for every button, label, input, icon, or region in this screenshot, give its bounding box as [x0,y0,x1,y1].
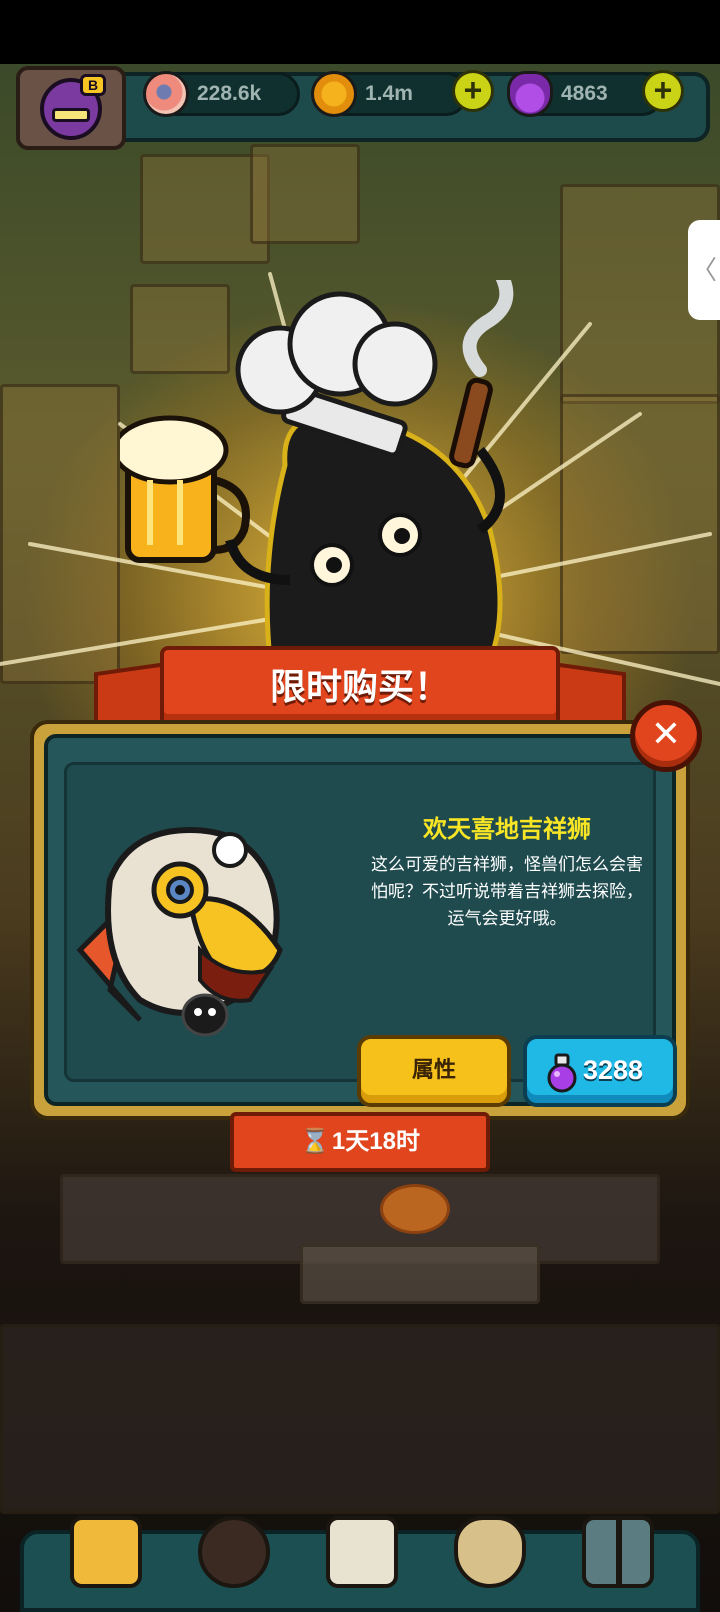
nav-monsters[interactable] [192,1508,276,1612]
add-potion-button[interactable]: + [642,70,684,112]
chef-monster-character [120,280,514,660]
cigar-icon [449,280,514,469]
fire-icon [380,1184,450,1234]
lucky-lion-item-icon [76,826,283,1037]
description-line: 怕呢？不过听说带着吉祥狮去探险， [371,882,643,901]
beer-mug-icon [120,415,250,563]
nav-money[interactable] [448,1508,532,1612]
banner-ribbon: 限时购买！ [160,646,560,728]
add-gold-button[interactable]: + [452,70,494,112]
shop-building-icon [70,1516,142,1588]
gold-coin-icon [311,71,357,117]
gold-count: 1.4m [365,82,413,105]
offer-timer: ⌛1天18时 [230,1112,490,1172]
purple-potion-icon [547,1053,577,1093]
stove [300,1244,540,1304]
potion-count: 4863 [561,82,608,105]
avatar-teeth [52,108,90,122]
nav-shop[interactable] [64,1508,148,1612]
close-button[interactable]: ✕ [630,700,702,772]
buy-button[interactable]: 3288 [523,1035,677,1107]
description-line: 这么可爱的吉祥狮，怪兽们怎么会害 [371,855,643,874]
item-description: 这么可爱的吉祥狮，怪兽们怎么会害 怕呢？不过听说带着吉祥狮去探险， 运气会更好哦… [357,851,657,932]
money-bag-icon [454,1516,526,1588]
price-label: 3288 [583,1055,644,1085]
timer-text: 1天18时 [331,1128,420,1155]
brick-wall [0,1324,720,1514]
status-bar [0,0,720,64]
nav-menu[interactable] [576,1508,660,1612]
chef-hat-icon [235,291,438,458]
description-line: 运气会更好哦。 [447,909,567,928]
player-avatar[interactable]: B [16,66,126,150]
attributes-button[interactable]: 属性 [357,1035,511,1107]
nav-book[interactable] [320,1508,404,1612]
hourglass-icon: ⌛ [300,1128,330,1155]
top-hud: B 228.6k 1.4m + 4863 + [0,64,720,152]
banner-title: 限时购买！ [269,666,450,707]
book-icon [326,1516,398,1588]
monster-icon [198,1516,270,1588]
monster-avatar-icon: B [40,74,106,140]
rank-badge: B [80,74,106,96]
eyeball-icon [143,71,189,117]
side-drawer-tab[interactable]: 〈 [688,220,720,320]
item-name: 欢天喜地吉祥狮 [423,816,591,843]
gold-resource: 1.4m [311,71,468,117]
grid-menu-icon [582,1516,654,1588]
purple-potion-icon [507,71,553,117]
eyeball-count: 228.6k [197,82,262,105]
eyeball-resource: 228.6k [143,71,300,117]
